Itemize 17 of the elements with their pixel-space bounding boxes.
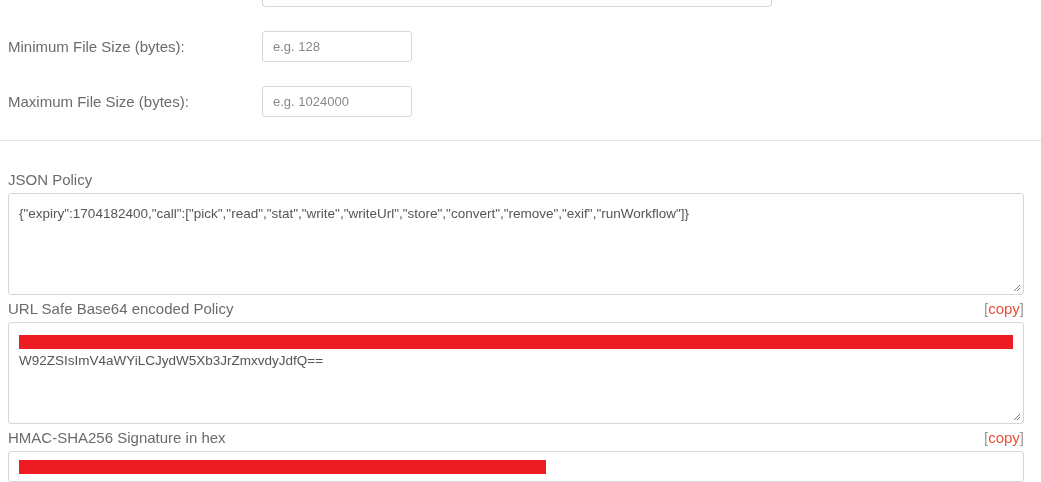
number-input[interactable]: e.g. 128 <box>262 31 412 62</box>
text-area-content: {"expiry":1704182400,"call":["pick","read","stat","write","writeUrl","store","convert","remove","exif","runWorkflow"]} <box>19 206 690 221</box>
section-label: HMAC-SHA256 Signature in hex <box>8 429 226 446</box>
section-label: URL Safe Base64 encoded Policy <box>8 300 234 317</box>
resize-grip-icon[interactable] <box>1013 413 1021 421</box>
text-area[interactable]: W92ZSIsImV4aWYiLCJydW5Xb3JrZmxvdyJdfQ== <box>8 322 1024 424</box>
text-area-content: W92ZSIsImV4aWYiLCJydW5Xb3JrZmxvdyJdfQ== <box>19 353 325 368</box>
copy-link[interactable]: [copy] <box>983 429 1024 446</box>
section-label: JSON Policy <box>8 171 93 188</box>
field-label: Minimum File Size (bytes): <box>8 38 186 55</box>
resize-grip-icon[interactable] <box>1013 284 1021 292</box>
field-label: Maximum File Size (bytes): <box>8 93 190 110</box>
text-area[interactable]: {"expiry":1704182400,"call":["pick","read","stat","write","writeUrl","store","convert","remove","exif","runWorkflow"]} <box>8 193 1024 295</box>
copy-link[interactable]: [copy] <box>983 300 1024 317</box>
text-input[interactable] <box>8 451 1024 482</box>
number-input[interactable]: e.g. 1024000 <box>262 86 412 117</box>
text-input[interactable] <box>262 0 772 7</box>
